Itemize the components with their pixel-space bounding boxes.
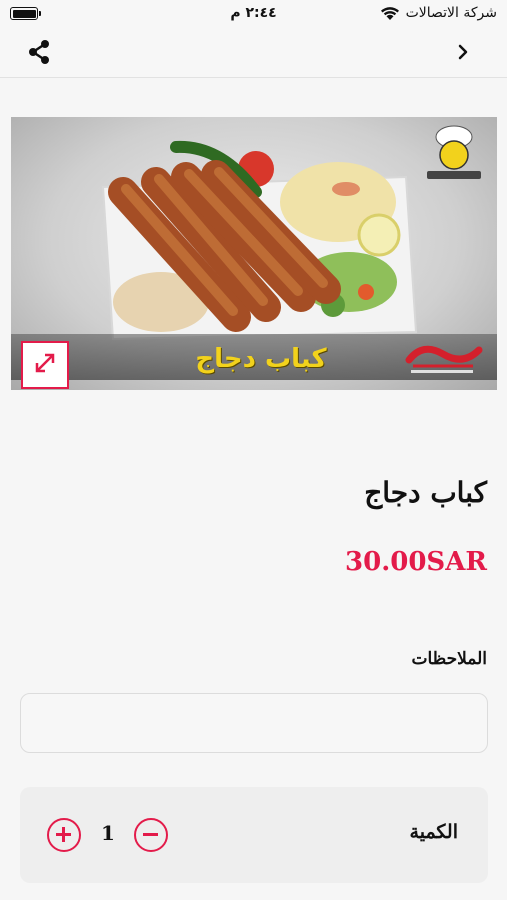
back-button[interactable] [451,41,475,67]
notes-input[interactable] [20,693,488,753]
nav-bar [0,30,507,78]
product-image: كباب دجاج [11,117,497,390]
wifi-icon [380,6,400,21]
image-dish-caption: كباب دجاج [195,344,327,374]
quantity-label: الكمية [409,821,458,843]
expand-icon [32,350,58,380]
quantity-increase-button[interactable] [47,818,81,852]
carrier-name: شركة الاتصالات [405,5,497,21]
quantity-selector: 1 الكمية [20,787,488,883]
product-name: كباب دجاج [364,476,487,509]
quantity-decrease-button[interactable] [134,818,168,852]
chevron-right-icon [456,43,470,65]
restaurant-logo [403,338,483,376]
chef-logo [421,123,487,187]
product-price: 30.00SAR [345,547,487,577]
share-button[interactable] [24,40,54,68]
notes-label: الملاحظات [411,649,487,669]
quantity-value: 1 [101,821,115,845]
share-icon [26,39,52,69]
carrier-info: شركة الاتصالات [380,5,497,21]
expand-image-button[interactable] [21,341,69,389]
status-bar: ٢:٤٤ م شركة الاتصالات [0,0,507,30]
